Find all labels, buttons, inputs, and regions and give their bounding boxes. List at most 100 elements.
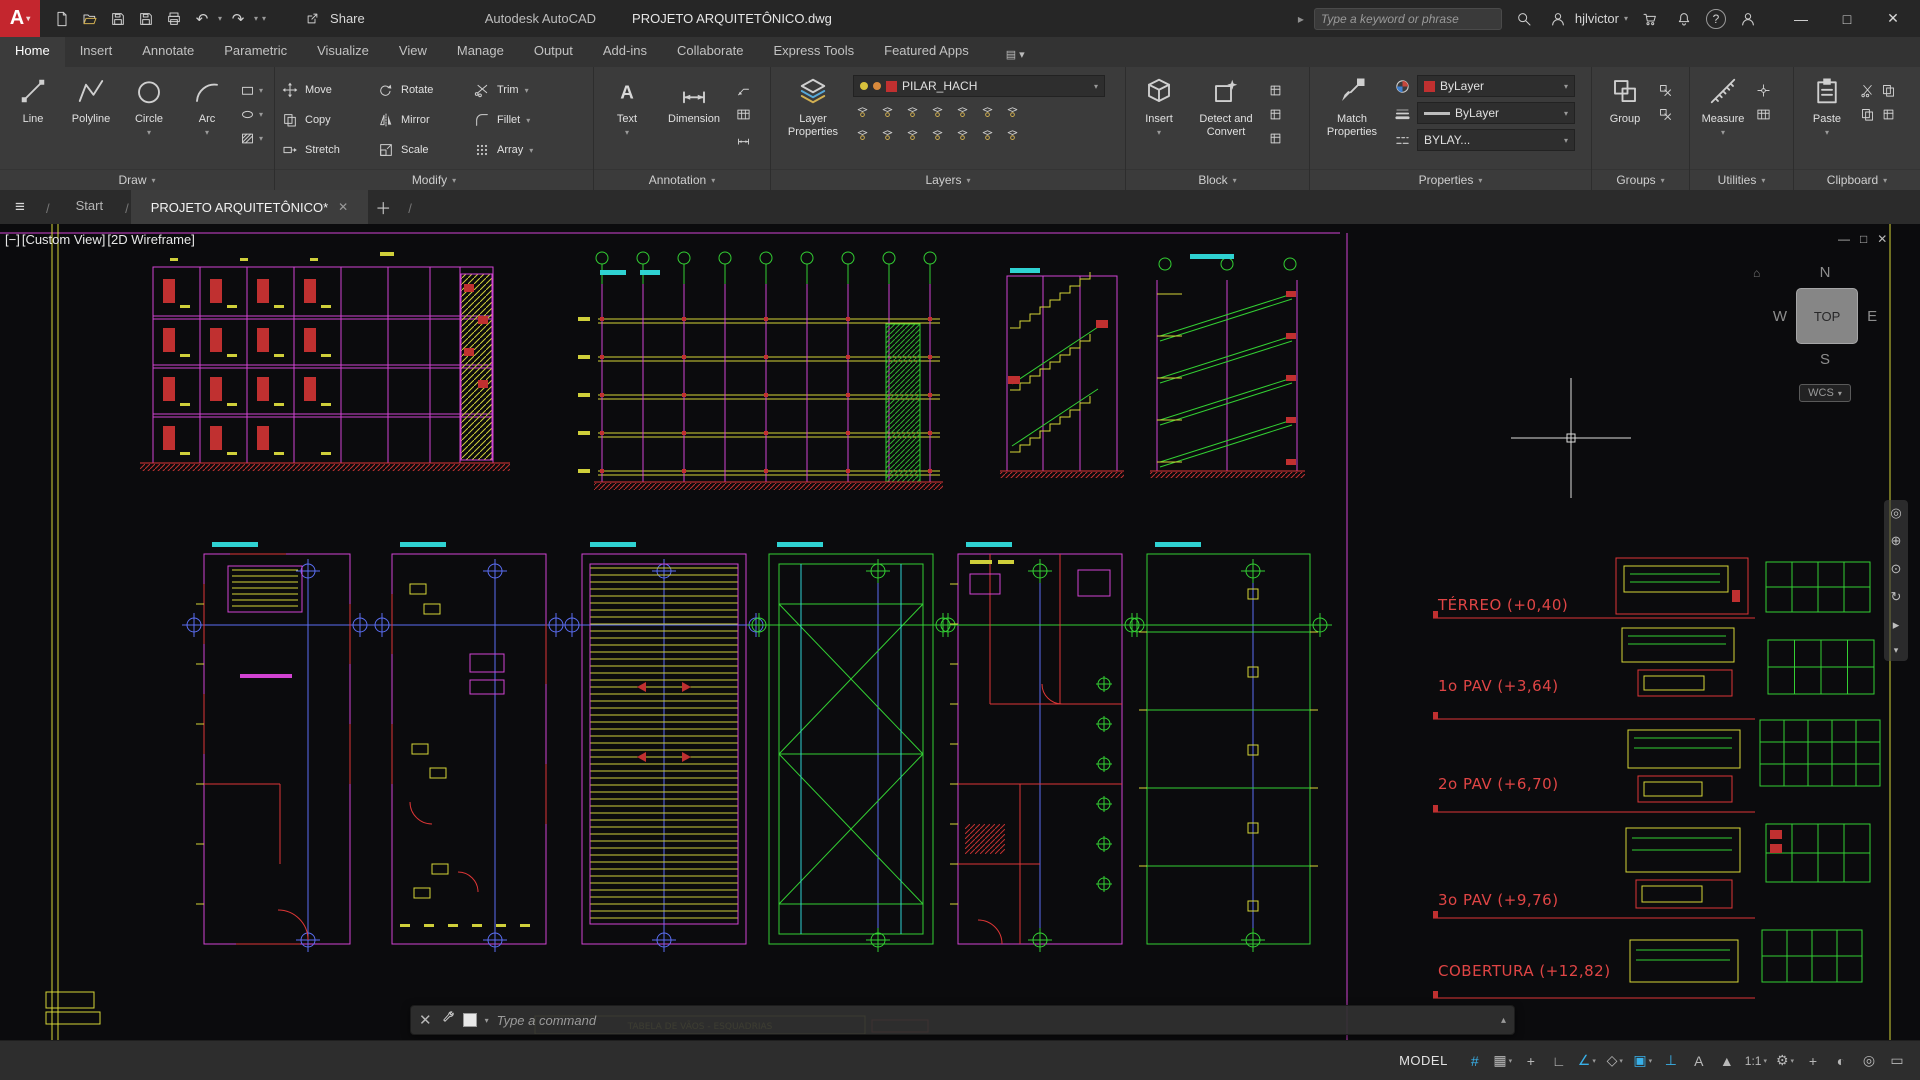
- insert-block-tool[interactable]: Insert▾: [1132, 71, 1186, 169]
- ribbon-tab-add-ins[interactable]: Add-ins: [588, 37, 662, 67]
- panel-label-layers[interactable]: Layers▾: [771, 169, 1125, 190]
- ribbon-tab-collaborate[interactable]: Collaborate: [662, 37, 759, 67]
- layer-tool-icon[interactable]: [953, 125, 971, 143]
- annotation-autoscale-toggle[interactable]: ▲: [1714, 1047, 1740, 1075]
- layer-properties-tool[interactable]: Layer Properties: [777, 71, 849, 169]
- stretch-tool[interactable]: Stretch: [281, 141, 377, 159]
- polar-tracking-toggle[interactable]: ∠▾: [1574, 1047, 1600, 1075]
- help-icon[interactable]: ?: [1706, 9, 1726, 29]
- clean-screen-toggle[interactable]: ▭: [1884, 1047, 1910, 1075]
- ribbon-tab-visualize[interactable]: Visualize: [302, 37, 384, 67]
- group-edit-icon[interactable]: [1656, 105, 1674, 123]
- notification-icon[interactable]: [1672, 7, 1696, 31]
- layer-tool-icon[interactable]: [978, 125, 996, 143]
- layer-tool-icon[interactable]: [928, 102, 946, 120]
- layer-tool-icon[interactable]: [903, 102, 921, 120]
- id-point-icon[interactable]: [1754, 81, 1772, 99]
- viewcube-west[interactable]: W: [1773, 308, 1787, 325]
- search-input[interactable]: [1321, 12, 1495, 26]
- workspace-switcher[interactable]: ⚙▾: [1772, 1047, 1798, 1075]
- wcs-menu[interactable]: WCS▾: [1799, 384, 1851, 402]
- viewcube-north[interactable]: N: [1757, 264, 1893, 281]
- rectangle-tool-icon[interactable]: [238, 81, 256, 99]
- viewport-visualstyle-control[interactable]: [2D Wireframe]: [107, 232, 194, 247]
- redo-caret-icon[interactable]: ▾: [254, 14, 258, 23]
- ellipse-tool-icon[interactable]: [238, 105, 256, 123]
- copy-with-basepoint-icon[interactable]: [1858, 105, 1876, 123]
- line-tool[interactable]: Line: [6, 71, 60, 169]
- tab-start[interactable]: Start: [56, 190, 123, 224]
- ribbon-tab-express-tools[interactable]: Express Tools: [758, 37, 869, 67]
- ribbon-tab-manage[interactable]: Manage: [442, 37, 519, 67]
- lineweight-select[interactable]: ByLayer▾: [1417, 102, 1575, 124]
- leader-tool-icon[interactable]: [734, 81, 752, 99]
- object-snap-tracking-toggle[interactable]: ⊥: [1658, 1047, 1684, 1075]
- window-maximize-icon[interactable]: □: [1824, 0, 1870, 37]
- layer-tool-icon[interactable]: [878, 102, 896, 120]
- command-caret-icon[interactable]: ▾: [485, 1016, 489, 1025]
- ribbon-tab-parametric[interactable]: Parametric: [209, 37, 302, 67]
- object-color-select[interactable]: ByLayer▾: [1417, 75, 1575, 97]
- pan-icon[interactable]: ⊕: [1891, 533, 1902, 549]
- doc-minimize-icon[interactable]: —: [1838, 232, 1850, 246]
- tab-close-icon[interactable]: ✕: [338, 200, 348, 214]
- viewcube-east[interactable]: E: [1867, 308, 1877, 325]
- ribbon-tab-annotate[interactable]: Annotate: [127, 37, 209, 67]
- graphics-performance-toggle[interactable]: ◎: [1856, 1047, 1882, 1075]
- object-snap-toggle[interactable]: ▣▾: [1630, 1047, 1656, 1075]
- command-history-toggle[interactable]: ▴: [1501, 1015, 1506, 1026]
- annotation-scale[interactable]: 1:1▾: [1742, 1047, 1770, 1075]
- customize-wrench-icon[interactable]: [440, 1010, 455, 1030]
- layer-tool-icon[interactable]: [978, 102, 996, 120]
- grid-toggle[interactable]: #: [1462, 1047, 1488, 1075]
- annotation-visibility-toggle[interactable]: A: [1686, 1047, 1712, 1075]
- layer-tool-icon[interactable]: [903, 125, 921, 143]
- command-close-icon[interactable]: ✕: [419, 1011, 432, 1029]
- orbit-icon[interactable]: ↻: [1891, 589, 1902, 605]
- open-file-icon[interactable]: [78, 7, 102, 31]
- cart-icon[interactable]: [1638, 7, 1662, 31]
- isodraft-toggle[interactable]: ◇▾: [1602, 1047, 1628, 1075]
- define-attributes-icon[interactable]: [1266, 105, 1284, 123]
- block-edit-icon[interactable]: [1266, 81, 1284, 99]
- scale-tool[interactable]: Scale: [377, 141, 473, 159]
- polyline-tool[interactable]: Polyline: [64, 71, 118, 169]
- text-tool[interactable]: AText▾: [600, 71, 654, 169]
- drawing-canvas[interactable]: TÉRREO (+0,40)1o PAV (+3,64)2o PAV (+6,7…: [0, 224, 1920, 1040]
- share-button[interactable]: Share: [300, 7, 365, 31]
- panel-label-annotation[interactable]: Annotation▾: [594, 169, 770, 190]
- trim-tool[interactable]: Trim▾: [473, 81, 569, 99]
- viewcube-south[interactable]: S: [1757, 351, 1893, 368]
- ungroup-icon[interactable]: [1656, 81, 1674, 99]
- panel-label-block[interactable]: Block▾: [1126, 169, 1309, 190]
- paste-tool[interactable]: Paste▾: [1800, 71, 1854, 169]
- save-icon[interactable]: [106, 7, 130, 31]
- isolate-objects-toggle[interactable]: ◐: [1828, 1047, 1854, 1075]
- fillet-tool[interactable]: Fillet▾: [473, 111, 569, 129]
- panel-label-utilities[interactable]: Utilities▾: [1690, 169, 1793, 190]
- search-collapse-icon[interactable]: ▸: [1298, 12, 1304, 26]
- arc-tool[interactable]: Arc▾: [180, 71, 234, 169]
- mirror-tool[interactable]: Mirror: [377, 111, 473, 129]
- qat-customize-icon[interactable]: ▾: [262, 14, 266, 23]
- layer-select[interactable]: PILAR_HACH ▾: [853, 75, 1105, 97]
- autodesk-account-icon[interactable]: [1736, 7, 1760, 31]
- layer-tool-icon[interactable]: [853, 125, 871, 143]
- command-input[interactable]: [497, 1013, 1493, 1028]
- layer-tool-icon[interactable]: [1003, 102, 1021, 120]
- detect-convert-tool[interactable]: Detect and Convert: [1190, 71, 1262, 169]
- plot-icon[interactable]: [162, 7, 186, 31]
- array-tool[interactable]: Array▾: [473, 141, 569, 159]
- hatch-tool-icon[interactable]: [238, 129, 256, 147]
- ribbon-tab-home[interactable]: Home: [0, 37, 65, 67]
- ribbon-tab-view[interactable]: View: [384, 37, 442, 67]
- viewcube-home-icon[interactable]: ⌂: [1753, 266, 1760, 280]
- undo-caret-icon[interactable]: ▾: [218, 14, 222, 23]
- undo-icon[interactable]: ↶: [190, 7, 214, 31]
- doc-close-icon[interactable]: ✕: [1877, 232, 1887, 246]
- navigation-wheel-icon[interactable]: ◎: [1890, 505, 1901, 521]
- search-icon[interactable]: [1512, 7, 1536, 31]
- panel-label-clipboard[interactable]: Clipboard▾: [1794, 169, 1920, 190]
- save-as-icon[interactable]: [134, 7, 158, 31]
- ribbon-options-button[interactable]: ▤ ▾: [998, 42, 1033, 67]
